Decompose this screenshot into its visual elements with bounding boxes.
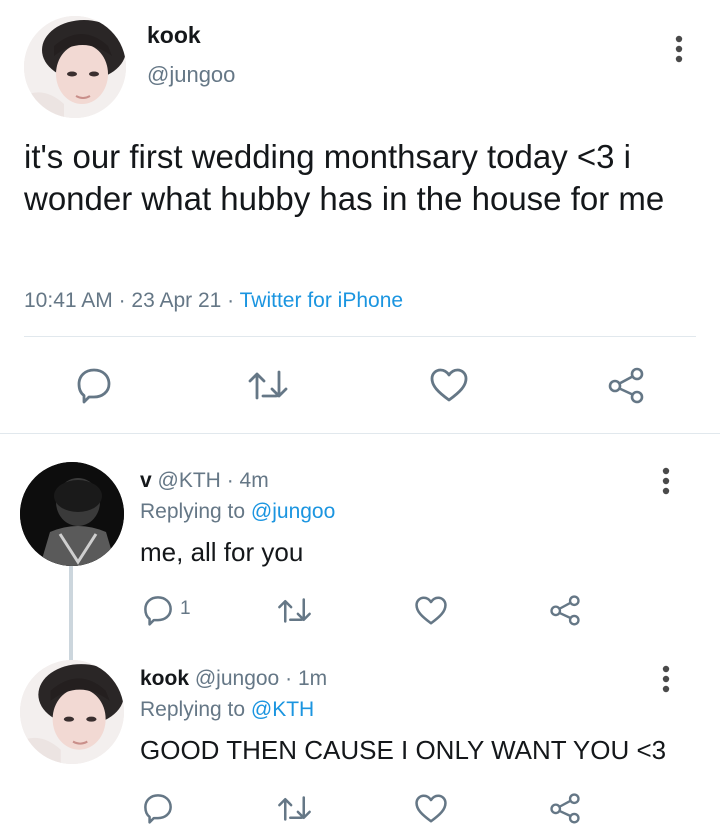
more-vertical-icon xyxy=(675,35,683,63)
more-vertical-icon xyxy=(662,665,670,693)
more-options-button[interactable] xyxy=(668,34,690,64)
retweet-button[interactable] xyxy=(246,368,290,402)
replying-to-prefix: Replying to xyxy=(140,500,246,523)
retweet-icon xyxy=(278,796,311,821)
reply-count: 1 xyxy=(180,598,191,619)
more-options-button[interactable] xyxy=(655,466,677,496)
reply-avatar-image xyxy=(20,660,124,764)
reply-button[interactable] xyxy=(142,594,174,626)
like-button[interactable] xyxy=(414,793,448,824)
more-vertical-icon xyxy=(662,467,670,495)
retweet-icon xyxy=(248,370,288,400)
reply-icon xyxy=(77,368,111,404)
section-divider xyxy=(0,433,720,434)
share-icon xyxy=(608,367,644,404)
share-button[interactable] xyxy=(548,792,582,824)
tweet-source-link[interactable]: Twitter for iPhone xyxy=(240,289,403,312)
reply-avatar[interactable] xyxy=(20,462,124,566)
thread-line xyxy=(69,566,73,660)
reply-display-name[interactable]: kook xyxy=(140,667,189,690)
reply-button[interactable] xyxy=(75,366,113,404)
reply-icon xyxy=(144,794,172,824)
author-handle[interactable]: @jungoo xyxy=(147,62,235,88)
replying-to-prefix: Replying to xyxy=(140,698,246,721)
meta-separator: · xyxy=(285,667,293,690)
retweet-icon xyxy=(278,598,311,623)
replying-to: Replying to @jungoo xyxy=(140,500,335,524)
author-display-name[interactable]: kook xyxy=(147,22,201,49)
author-avatar[interactable] xyxy=(24,16,126,118)
heart-icon xyxy=(415,596,447,625)
meta-separator: · xyxy=(226,469,234,492)
divider xyxy=(24,336,696,337)
reply-age: 1m xyxy=(297,667,328,690)
reply-button[interactable] xyxy=(142,792,174,824)
heart-icon xyxy=(430,368,468,402)
reply-handle[interactable]: @jungoo xyxy=(195,667,279,690)
replying-to-handle[interactable]: @jungoo xyxy=(251,500,335,523)
meta-separator: · xyxy=(227,289,235,312)
reply-display-name[interactable]: v xyxy=(140,469,152,492)
like-button[interactable] xyxy=(414,595,448,626)
reply-avatar-image xyxy=(20,462,124,566)
reply-header: kook @jungoo · 1m xyxy=(140,667,327,691)
meta-separator: · xyxy=(118,289,126,312)
replying-to: Replying to @KTH xyxy=(140,698,314,722)
tweet-meta: 10:41 AM · 23 Apr 21 · Twitter for iPhon… xyxy=(24,289,403,313)
replying-to-handle[interactable]: @KTH xyxy=(251,698,314,721)
reply-age: 4m xyxy=(239,469,269,492)
reply-header: v @KTH · 4m xyxy=(140,469,269,493)
reply-avatar[interactable] xyxy=(20,660,124,764)
like-button[interactable] xyxy=(429,367,469,403)
reply-text: GOOD THEN CAUSE I ONLY WANT YOU <3 xyxy=(140,735,667,765)
reply-text: me, all for you xyxy=(140,537,304,567)
retweet-button[interactable] xyxy=(276,596,313,625)
share-button[interactable] xyxy=(548,594,582,626)
tweet-time: 10:41 AM xyxy=(24,289,113,312)
share-icon xyxy=(550,793,580,824)
share-icon xyxy=(550,595,580,626)
retweet-button[interactable] xyxy=(276,794,313,823)
reply-handle[interactable]: @KTH xyxy=(158,469,221,492)
share-button[interactable] xyxy=(606,366,646,404)
reply-icon xyxy=(144,596,172,626)
tweet-date: 23 Apr 21 xyxy=(131,289,222,312)
author-avatar-image xyxy=(24,16,126,118)
more-options-button[interactable] xyxy=(655,664,677,694)
heart-icon xyxy=(415,794,447,823)
tweet-text: it's our first wedding monthsary today <… xyxy=(24,138,665,217)
